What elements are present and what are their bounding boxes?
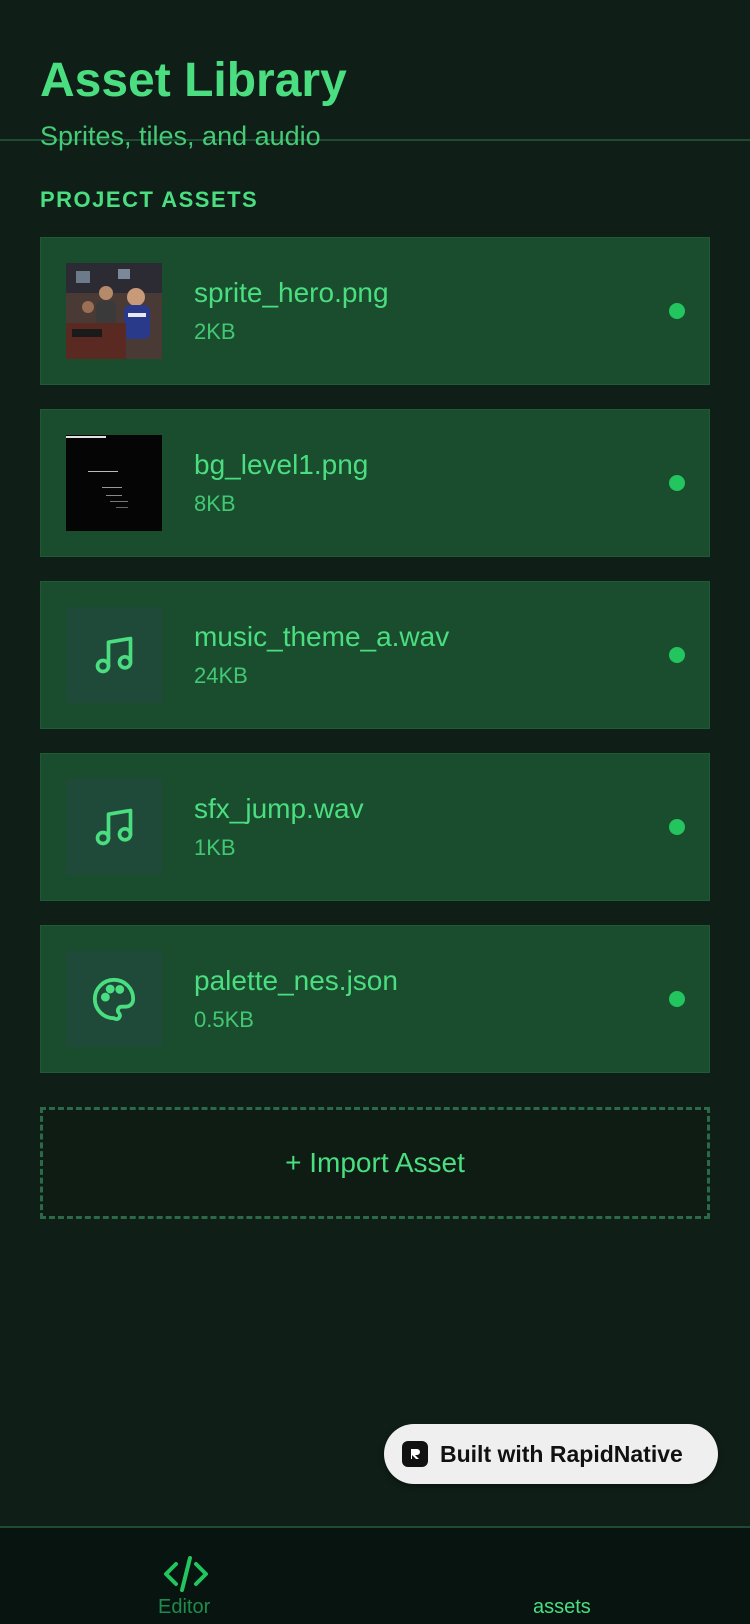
asset-info: music_theme_a.wav 24KB xyxy=(194,619,669,691)
asset-info: sfx_jump.wav 1KB xyxy=(194,791,669,863)
status-dot xyxy=(669,303,685,319)
asset-info: sprite_hero.png 2KB xyxy=(194,275,669,347)
badge-label: Built with RapidNative xyxy=(440,1440,683,1467)
status-dot xyxy=(669,819,685,835)
audio-thumbnail xyxy=(66,779,162,875)
asset-info: bg_level1.png 8KB xyxy=(194,447,669,519)
assets-section: PROJECT ASSETS sprite_hero.png 2KB bg_le… xyxy=(0,187,750,1219)
page-subtitle: Sprites, tiles, and audio xyxy=(40,121,321,151)
asset-name: sprite_hero.png xyxy=(194,277,389,308)
asset-size: 8KB xyxy=(194,491,236,516)
music-note-icon xyxy=(95,636,133,674)
status-dot xyxy=(669,647,685,663)
tab-editor[interactable]: Editor xyxy=(0,1528,375,1624)
asset-card-bg-level1[interactable]: bg_level1.png 8KB xyxy=(40,409,710,557)
music-note-icon xyxy=(95,808,133,846)
asset-name: music_theme_a.wav xyxy=(194,621,450,652)
tab-label: Editor xyxy=(158,1596,211,1618)
asset-info: palette_nes.json 0.5KB xyxy=(194,963,669,1035)
asset-card-music-theme-a[interactable]: music_theme_a.wav 24KB xyxy=(40,581,710,729)
palette-thumbnail xyxy=(66,951,162,1047)
asset-size: 1KB xyxy=(194,835,236,860)
asset-card-sprite-hero[interactable]: sprite_hero.png 2KB xyxy=(40,237,710,385)
tab-assets[interactable]: assets xyxy=(375,1528,750,1624)
asset-size: 24KB xyxy=(194,663,248,688)
asset-card-sfx-jump[interactable]: sfx_jump.wav 1KB xyxy=(40,753,710,901)
tab-label: assets xyxy=(533,1596,591,1618)
audio-thumbnail xyxy=(66,607,162,703)
import-asset-button[interactable]: + Import Asset xyxy=(40,1107,710,1219)
palette-icon xyxy=(92,977,136,1021)
page-title: Asset Library xyxy=(40,54,347,107)
asset-name: palette_nes.json xyxy=(194,965,398,996)
status-dot xyxy=(669,475,685,491)
asset-card-palette-nes[interactable]: palette_nes.json 0.5KB xyxy=(40,925,710,1073)
photo-thumbnail xyxy=(66,263,162,359)
asset-size: 2KB xyxy=(194,319,236,344)
dark-image-thumbnail xyxy=(66,435,162,531)
tab-bar: Editor assets xyxy=(0,1526,750,1624)
asset-name: bg_level1.png xyxy=(194,449,369,480)
status-dot xyxy=(669,991,685,1007)
rapidnative-logo-icon xyxy=(402,1441,428,1467)
code-icon xyxy=(164,1556,208,1592)
asset-size: 0.5KB xyxy=(194,1007,254,1032)
asset-name: sfx_jump.wav xyxy=(194,793,364,824)
section-label: PROJECT ASSETS xyxy=(40,187,259,212)
built-with-badge[interactable]: Built with RapidNative xyxy=(384,1424,718,1484)
header: Asset Library Sprites, tiles, and audio xyxy=(0,0,750,151)
